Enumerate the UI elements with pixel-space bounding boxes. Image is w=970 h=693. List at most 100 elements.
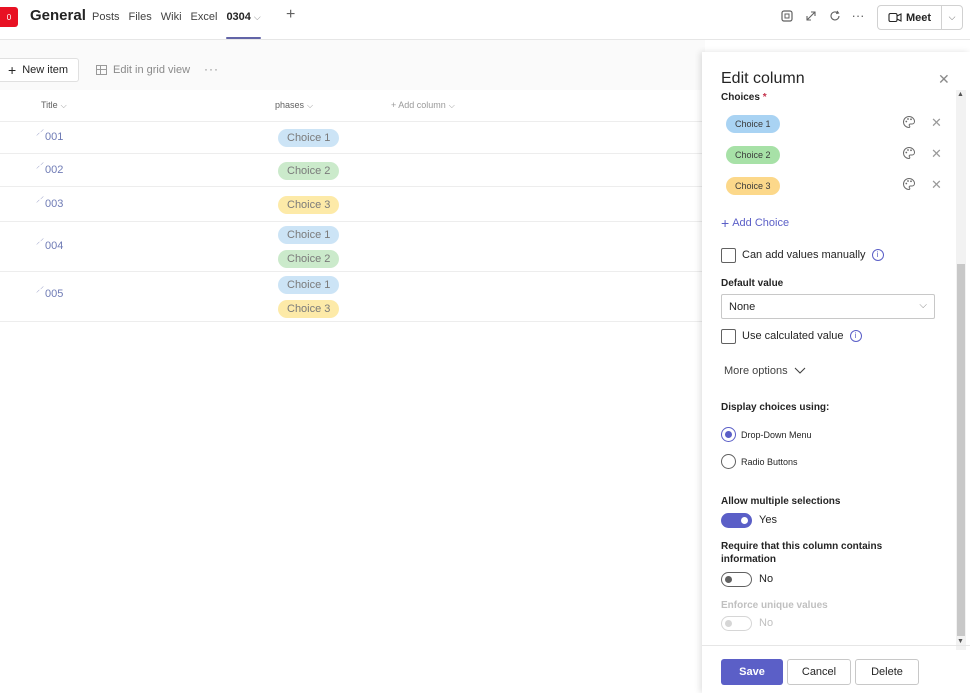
scrollbar-thumb[interactable] xyxy=(957,264,965,636)
expand-icon[interactable] xyxy=(803,10,819,25)
choice-2-pill[interactable]: Choice 2 xyxy=(726,146,780,164)
row-title-text: 002 xyxy=(45,164,64,176)
choice-pill: Choice 2 xyxy=(278,162,340,180)
meet-dropdown-chevron-icon[interactable]: ⌵ xyxy=(942,12,962,23)
edit-grid-view-label: Edit in grid view xyxy=(113,64,191,76)
manual-values-checkbox[interactable] xyxy=(721,248,736,263)
tab-0304-label: 0304 xyxy=(226,11,251,23)
app-header: 0 General Posts Files Wiki Excel 0304 ⌵ +… xyxy=(0,0,970,40)
manual-values-label: Can add values manually i xyxy=(742,249,884,262)
info-icon[interactable]: i xyxy=(849,330,862,343)
table-row[interactable]: ⸝⸍005 Choice 1 Choice 3 xyxy=(0,272,705,322)
row-title-text: 004 xyxy=(45,240,64,252)
tab-wiki[interactable]: Wiki xyxy=(161,11,182,33)
row-title[interactable]: ⸝⸍001 xyxy=(36,128,64,143)
chevron-down-icon: ⌵ xyxy=(253,12,261,22)
refresh-icon[interactable] xyxy=(827,10,843,25)
more-actions-button[interactable]: ··· xyxy=(204,62,219,76)
enforce-unique-label: Enforce unique values xyxy=(721,600,828,611)
table-row[interactable]: ⸝⸍001 Choice 1 xyxy=(0,122,705,154)
more-options-toggle[interactable]: More options xyxy=(724,365,806,377)
remove-choice-icon[interactable]: ✕ xyxy=(931,146,942,162)
require-info-value: No xyxy=(759,573,774,585)
remove-choice-icon[interactable]: ✕ xyxy=(931,115,942,131)
manual-values-text: Can add values manually xyxy=(742,249,866,261)
choice-3-pill[interactable]: Choice 3 xyxy=(726,177,780,195)
calculated-value-text: Use calculated value xyxy=(742,330,844,342)
color-palette-icon[interactable] xyxy=(902,146,916,163)
more-icon[interactable]: ··· xyxy=(850,8,866,23)
enforce-unique-value: No xyxy=(759,617,774,629)
new-item-button[interactable]: + New item xyxy=(0,58,80,82)
default-value-dropdown[interactable]: None ⌵ xyxy=(721,294,935,319)
choice-1-pill[interactable]: Choice 1 xyxy=(726,115,780,133)
radio-radio-buttons-label: Radio Buttons xyxy=(741,457,798,467)
default-value-label: Default value xyxy=(721,278,784,289)
info-icon[interactable]: i xyxy=(871,249,884,262)
color-palette-icon[interactable] xyxy=(902,115,916,132)
meet-main[interactable]: Meet xyxy=(878,6,942,29)
radio-dropdown-menu[interactable] xyxy=(721,427,736,442)
row-title[interactable]: ⸝⸍005 xyxy=(36,285,64,300)
meet-button[interactable]: Meet ⌵ xyxy=(877,5,963,30)
radio-radio-buttons[interactable] xyxy=(721,454,736,469)
color-palette-icon[interactable] xyxy=(902,177,916,194)
table-row[interactable]: ⸝⸍004 Choice 1 Choice 2 xyxy=(0,222,705,272)
table-row[interactable]: ⸝⸍003 Choice 3 xyxy=(0,187,705,222)
plus-icon: + xyxy=(721,215,730,231)
row-title-text: 001 xyxy=(45,131,64,143)
screen-share-icon[interactable] xyxy=(779,10,795,25)
choice-pill: Choice 3 xyxy=(278,300,340,318)
choices-label: Choices * xyxy=(721,92,767,103)
grid-icon xyxy=(96,65,107,75)
require-info-toggle[interactable] xyxy=(721,572,752,587)
cancel-button[interactable]: Cancel xyxy=(787,659,851,685)
column-header-title[interactable]: Title ⌵ xyxy=(41,100,67,111)
edit-column-panel: Edit column ✕ ▲ ▼ Choices * Choice 1 ✕ C… xyxy=(702,52,970,693)
chevron-down-icon: ⌵ xyxy=(60,101,67,110)
choice-pill: Choice 2 xyxy=(278,250,340,268)
add-choice-label: Add Choice xyxy=(732,217,790,229)
column-header-phases-label: phases xyxy=(275,100,305,110)
scroll-up-arrow-icon[interactable]: ▲ xyxy=(957,91,964,98)
add-tab-button[interactable]: + xyxy=(286,6,295,24)
save-button[interactable]: Save xyxy=(721,659,783,685)
radio-dropdown-menu-label: Drop-Down Menu xyxy=(741,430,812,440)
column-header-phases[interactable]: phases ⌵ xyxy=(275,100,313,111)
tab-posts[interactable]: Posts xyxy=(92,11,120,33)
add-column-label: + Add column xyxy=(391,100,446,110)
tab-excel[interactable]: Excel xyxy=(191,11,218,33)
row-title-text: 005 xyxy=(45,288,64,300)
remove-choice-icon[interactable]: ✕ xyxy=(931,177,942,193)
row-title[interactable]: ⸝⸍002 xyxy=(36,161,64,176)
delete-button[interactable]: Delete xyxy=(855,659,919,685)
new-item-label: New item xyxy=(22,64,69,76)
row-title[interactable]: ⸝⸍003 xyxy=(36,195,63,210)
allow-multiple-toggle[interactable] xyxy=(721,513,752,528)
video-camera-icon xyxy=(888,12,902,23)
choice-pill: Choice 3 xyxy=(278,196,340,214)
allow-multiple-label: Allow multiple selections xyxy=(721,496,841,507)
panel-title: Edit column xyxy=(721,70,805,87)
table-row[interactable]: ⸝⸍002 Choice 2 xyxy=(0,154,705,187)
channel-name: General xyxy=(30,7,86,24)
tab-0304[interactable]: 0304 ⌵ xyxy=(226,11,262,39)
add-choice-button[interactable]: + Add Choice xyxy=(721,215,789,231)
team-avatar[interactable]: 0 xyxy=(0,7,18,27)
loading-icon: ⸝⸍ xyxy=(36,195,44,204)
column-header-title-label: Title xyxy=(41,100,58,110)
scroll-down-arrow-icon[interactable]: ▼ xyxy=(957,638,964,645)
close-icon[interactable]: ✕ xyxy=(938,71,950,88)
choice-pill: Choice 1 xyxy=(278,226,340,244)
chevron-down-icon: ⌵ xyxy=(919,300,927,311)
row-title[interactable]: ⸝⸍004 xyxy=(36,237,64,252)
edit-grid-view-button[interactable]: Edit in grid view xyxy=(96,64,190,76)
list-command-bar: + New item Edit in grid view ··· xyxy=(0,40,705,90)
calculated-value-checkbox[interactable] xyxy=(721,329,736,344)
default-value-text: None xyxy=(729,301,756,313)
loading-icon: ⸝⸍ xyxy=(36,285,44,294)
chevron-down-icon: ⌵ xyxy=(448,101,455,110)
tab-files[interactable]: Files xyxy=(129,11,152,33)
meet-label: Meet xyxy=(905,11,932,24)
add-column-button[interactable]: + Add column ⌵ xyxy=(391,100,455,111)
